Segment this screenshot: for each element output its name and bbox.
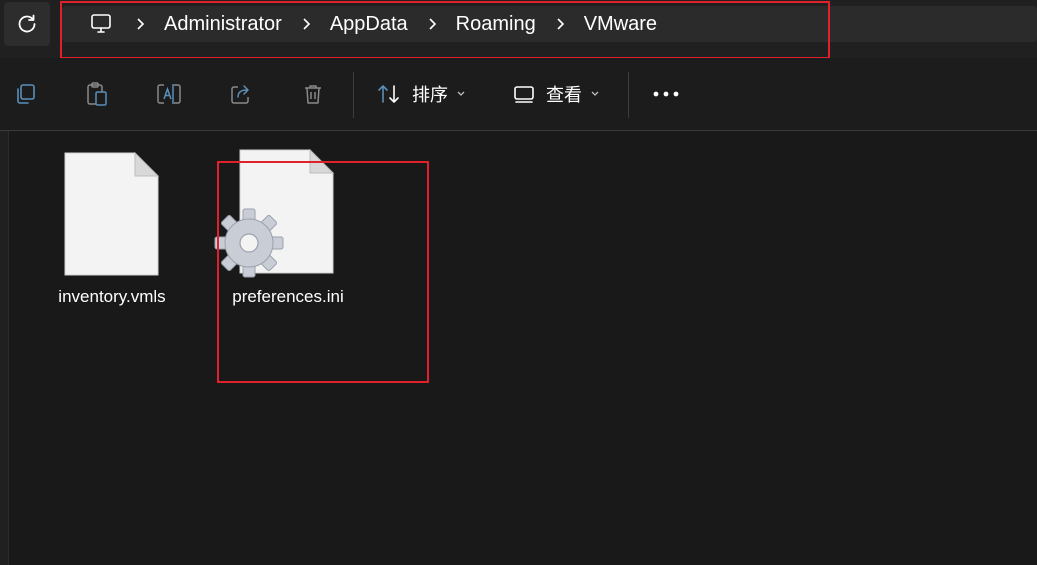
chevron-down-icon bbox=[457, 91, 465, 96]
settings-file-icon bbox=[214, 148, 335, 278]
chevron-right-icon[interactable] bbox=[282, 6, 330, 42]
chevron-right-icon[interactable] bbox=[116, 6, 164, 42]
sort-icon bbox=[378, 85, 399, 103]
delete-icon bbox=[305, 85, 321, 104]
breadcrumb-item-administrator[interactable]: Administrator bbox=[164, 6, 282, 42]
command-bar: 排序 查看 bbox=[0, 58, 1037, 131]
toolbar-divider bbox=[628, 72, 629, 118]
document-icon bbox=[64, 151, 160, 276]
file-name: inventory.vmls bbox=[58, 287, 166, 306]
refresh-button[interactable] bbox=[4, 2, 50, 46]
breadcrumb-item-vmware[interactable]: VMware bbox=[584, 6, 657, 42]
file-item-preferences[interactable]: preferences.ini bbox=[213, 145, 363, 325]
refresh-icon bbox=[18, 14, 36, 33]
file-name: preferences.ini bbox=[232, 287, 344, 306]
sort-label: 排序 bbox=[412, 85, 448, 105]
view-button[interactable]: 查看 bbox=[512, 76, 600, 112]
delete-button[interactable] bbox=[293, 76, 333, 112]
computer-icon bbox=[91, 14, 111, 33]
nav-pane-edge bbox=[0, 131, 9, 565]
rename-icon bbox=[157, 84, 181, 104]
rename-button[interactable] bbox=[149, 76, 189, 112]
copy-icon bbox=[17, 84, 35, 104]
view-label: 查看 bbox=[546, 85, 582, 105]
share-button[interactable] bbox=[221, 76, 261, 112]
breadcrumb: Administrator AppData Roaming VMware bbox=[86, 6, 657, 42]
breadcrumb-this-pc[interactable] bbox=[86, 6, 116, 42]
view-icon bbox=[514, 86, 534, 103]
breadcrumb-item-roaming[interactable]: Roaming bbox=[456, 6, 536, 42]
chevron-right-icon[interactable] bbox=[408, 6, 456, 42]
more-button[interactable] bbox=[646, 76, 686, 112]
toolbar-divider bbox=[353, 72, 354, 118]
file-item-inventory[interactable]: inventory.vmls bbox=[37, 145, 187, 325]
chevron-down-icon bbox=[591, 91, 599, 96]
file-list-area: inventory.vmls preferences.ini bbox=[0, 131, 1037, 565]
share-icon bbox=[231, 85, 249, 104]
address-bar-row: Administrator AppData Roaming VMware bbox=[0, 0, 1037, 58]
paste-icon bbox=[87, 82, 107, 106]
breadcrumb-item-appdata[interactable]: AppData bbox=[330, 6, 408, 42]
paste-button[interactable] bbox=[77, 76, 117, 112]
copy-button[interactable] bbox=[5, 76, 45, 112]
sort-button[interactable]: 排序 bbox=[376, 76, 466, 112]
chevron-right-icon[interactable] bbox=[536, 6, 584, 42]
more-icon bbox=[653, 91, 679, 97]
